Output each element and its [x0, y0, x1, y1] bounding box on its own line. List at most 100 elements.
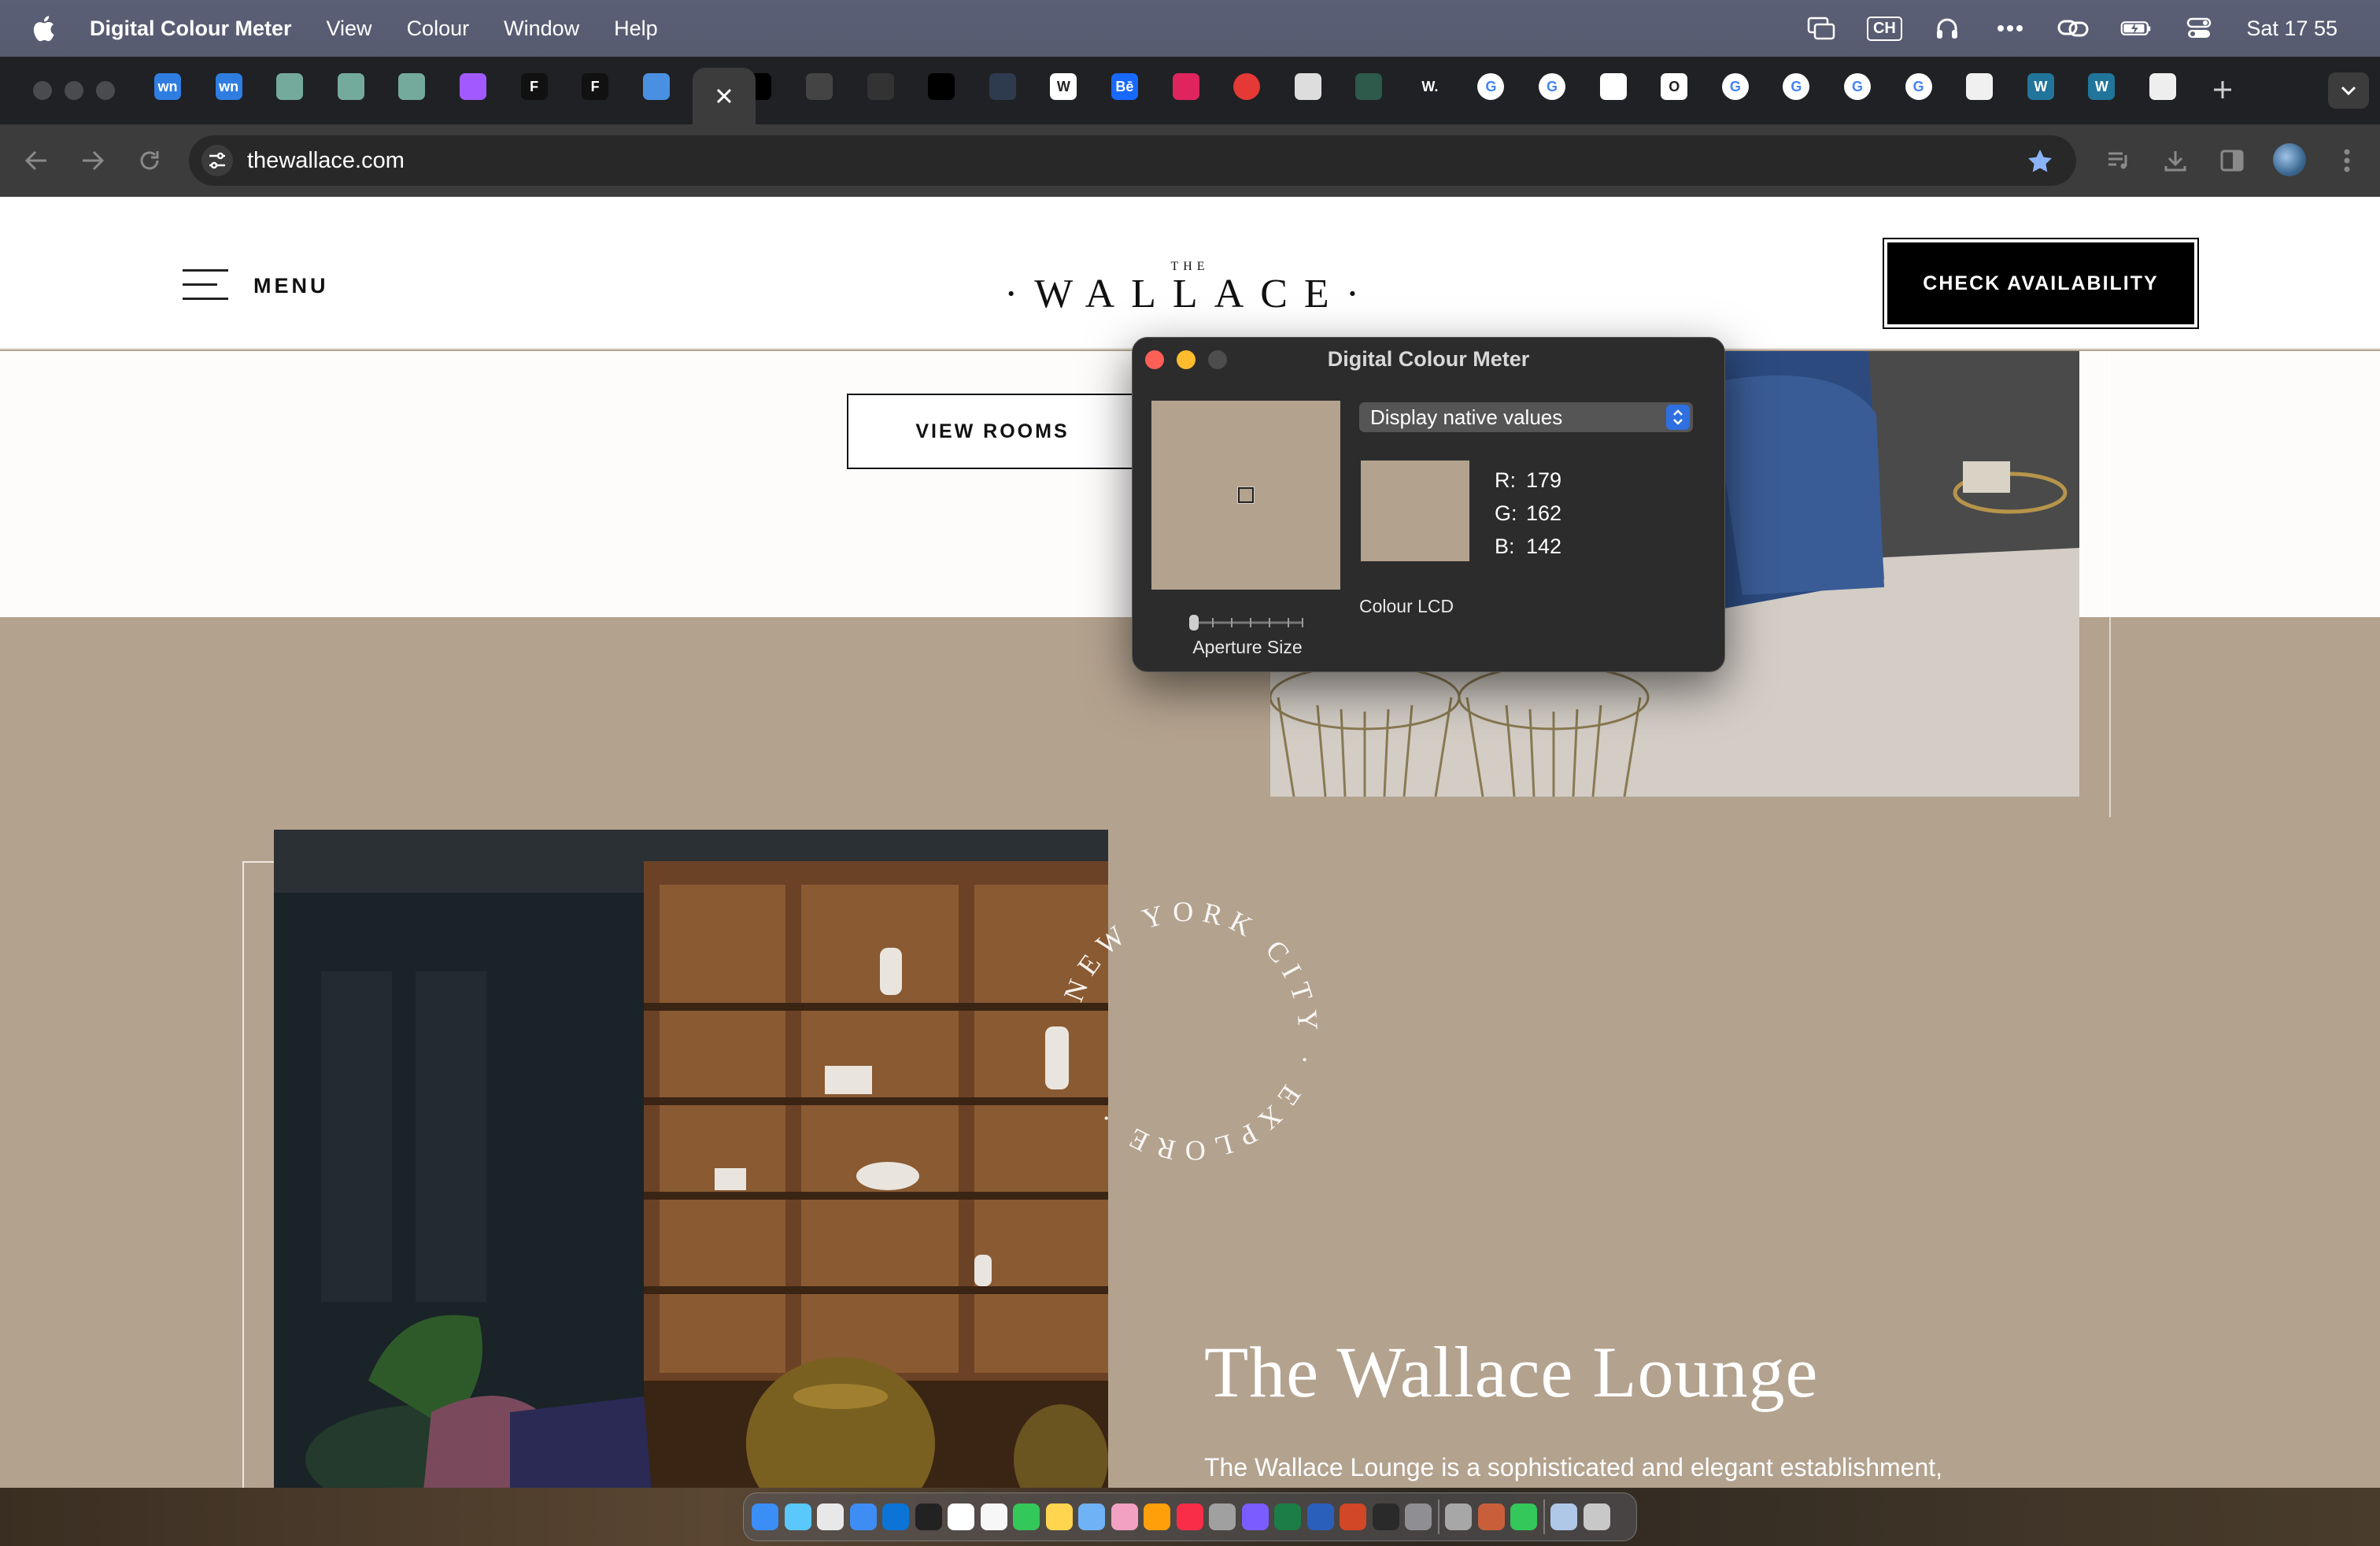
figma-icon[interactable] — [459, 73, 486, 100]
reload-button[interactable] — [134, 145, 165, 176]
view-rooms-button[interactable]: VIEW ROOMS — [847, 394, 1138, 469]
google-icon[interactable]: G — [1783, 73, 1810, 100]
dock-mail-icon[interactable] — [849, 1503, 877, 1530]
aperture-size-slider[interactable] — [1189, 615, 1306, 631]
dock-finder-icon[interactable] — [752, 1503, 778, 1530]
menu-help[interactable]: Help — [614, 17, 658, 41]
menu-view[interactable]: View — [327, 17, 372, 41]
framer-icon[interactable]: F — [582, 73, 609, 100]
dock-terminal-icon[interactable] — [915, 1503, 942, 1530]
menu-colour[interactable]: Colour — [407, 17, 470, 41]
wikipedia-icon[interactable]: W — [1050, 73, 1077, 100]
close-window-button[interactable] — [33, 81, 52, 100]
site-info-icon[interactable] — [201, 145, 233, 176]
browser-icon[interactable] — [642, 73, 670, 100]
chatgpt-icon[interactable] — [398, 73, 426, 100]
dock-photos-icon[interactable] — [1111, 1503, 1138, 1530]
browser-menu-icon[interactable] — [2331, 145, 2363, 176]
minimize-window-button[interactable] — [65, 81, 83, 100]
site-icon[interactable] — [1355, 73, 1383, 100]
dock-photos2-icon[interactable] — [1144, 1503, 1170, 1530]
google-icon[interactable]: G — [1721, 73, 1749, 100]
check-availability-button[interactable]: CHECK AVAILABILITY — [1883, 238, 2199, 329]
site-icon[interactable] — [867, 73, 894, 100]
webnode-icon[interactable]: wn — [215, 73, 242, 100]
dcm-titlebar[interactable]: Digital Colour Meter — [1133, 338, 1724, 380]
aperture-slider-thumb[interactable] — [1189, 615, 1199, 631]
dock-vscode-icon[interactable] — [882, 1503, 909, 1530]
screen-mirroring-icon[interactable] — [1805, 13, 1837, 44]
menubar-clock[interactable]: Sat 17 55 — [2246, 17, 2338, 41]
dock-activity-icon[interactable] — [1372, 1503, 1399, 1530]
display-values-dropdown[interactable]: Display native values — [1359, 402, 1693, 432]
site-icon[interactable] — [1599, 73, 1627, 100]
dock-arc-icon[interactable] — [1241, 1503, 1269, 1530]
link-icon[interactable] — [2057, 13, 2089, 44]
app-name-menu[interactable]: Digital Colour Meter — [90, 17, 292, 41]
dock-downloads-icon[interactable] — [1550, 1503, 1577, 1530]
dock-calendar-icon[interactable] — [948, 1503, 974, 1530]
google-icon[interactable]: G — [1539, 73, 1566, 100]
chatgpt-icon[interactable] — [276, 73, 304, 100]
site-icon[interactable] — [805, 73, 833, 100]
bookmark-star-icon[interactable] — [2024, 145, 2056, 176]
google-icon[interactable]: G — [1905, 73, 1932, 100]
site-icon[interactable]: W. — [1416, 73, 1443, 100]
google-icon[interactable]: G — [1477, 73, 1505, 100]
input-source-icon[interactable]: CH — [1866, 13, 1902, 44]
side-panel-icon[interactable] — [2216, 145, 2248, 176]
close-tab-icon[interactable] — [715, 87, 733, 105]
dock-bookmark-icon[interactable] — [1209, 1503, 1236, 1530]
active-tab[interactable] — [693, 68, 756, 124]
lounge-description: The Wallace Lounge is a sophisticated an… — [1204, 1453, 1943, 1481]
zoom-window-button[interactable] — [96, 81, 115, 100]
dock-powerpoint-icon[interactable] — [1340, 1503, 1366, 1530]
site-icon[interactable] — [1294, 73, 1321, 100]
address-bar[interactable]: thewallace.com — [189, 135, 2076, 186]
url-text[interactable]: thewallace.com — [247, 148, 405, 174]
dock-screenshot-icon[interactable] — [1445, 1503, 1472, 1530]
downloads-icon[interactable] — [2160, 145, 2191, 176]
dock-music-icon[interactable] — [1176, 1503, 1203, 1530]
control-centre-icon[interactable] — [2183, 13, 2215, 44]
battery-icon[interactable] — [2120, 13, 2152, 44]
site-icon[interactable]: O — [1661, 73, 1688, 100]
headphones-icon[interactable] — [1931, 13, 1963, 44]
site-icon[interactable] — [1966, 73, 1994, 100]
dock-preview-icon[interactable] — [1078, 1503, 1105, 1530]
record-icon[interactable] — [1233, 73, 1261, 100]
behance-icon[interactable]: Bē — [1111, 73, 1138, 100]
framer-icon[interactable]: F — [520, 73, 548, 100]
wordpress-icon[interactable]: W — [2027, 73, 2054, 100]
forward-button[interactable] — [77, 145, 109, 176]
dock-safari-icon[interactable] — [784, 1503, 811, 1530]
dock-excel-icon[interactable] — [1274, 1503, 1301, 1530]
g-value: 162 — [1526, 501, 1562, 525]
media-control-icon[interactable] — [2103, 145, 2134, 176]
google-icon[interactable]: G — [1844, 73, 1872, 100]
webnode-icon[interactable]: wn — [154, 73, 181, 100]
dock-reminders-icon[interactable] — [980, 1503, 1007, 1530]
dock-colour-meter-icon[interactable] — [1477, 1503, 1505, 1530]
dock-trash-icon[interactable] — [1583, 1503, 1610, 1530]
site-icon[interactable] — [989, 73, 1016, 100]
heart-icon[interactable] — [1172, 73, 1199, 100]
tab-search-button[interactable] — [2328, 72, 2369, 109]
menu-window[interactable]: Window — [504, 17, 579, 41]
chatgpt-icon[interactable] — [337, 73, 364, 100]
dock-messages-icon[interactable] — [1013, 1503, 1040, 1530]
dock-chrome-icon[interactable] — [817, 1503, 844, 1530]
apple-menu-icon[interactable] — [31, 14, 55, 43]
r-value: 179 — [1526, 468, 1562, 492]
dock-word-icon[interactable] — [1306, 1503, 1334, 1530]
wordpress-icon[interactable]: W — [2088, 73, 2116, 100]
site-icon[interactable] — [928, 73, 955, 100]
profile-avatar[interactable] — [2273, 143, 2306, 176]
site-icon[interactable] — [2149, 73, 2176, 100]
back-button[interactable] — [20, 145, 52, 176]
more-icon[interactable] — [1994, 13, 2026, 44]
new-tab-button[interactable] — [2204, 71, 2241, 109]
dock-facetime-icon[interactable] — [1510, 1503, 1537, 1530]
dock-notes-icon[interactable] — [1045, 1503, 1073, 1530]
dock-settings-icon[interactable] — [1405, 1503, 1432, 1530]
